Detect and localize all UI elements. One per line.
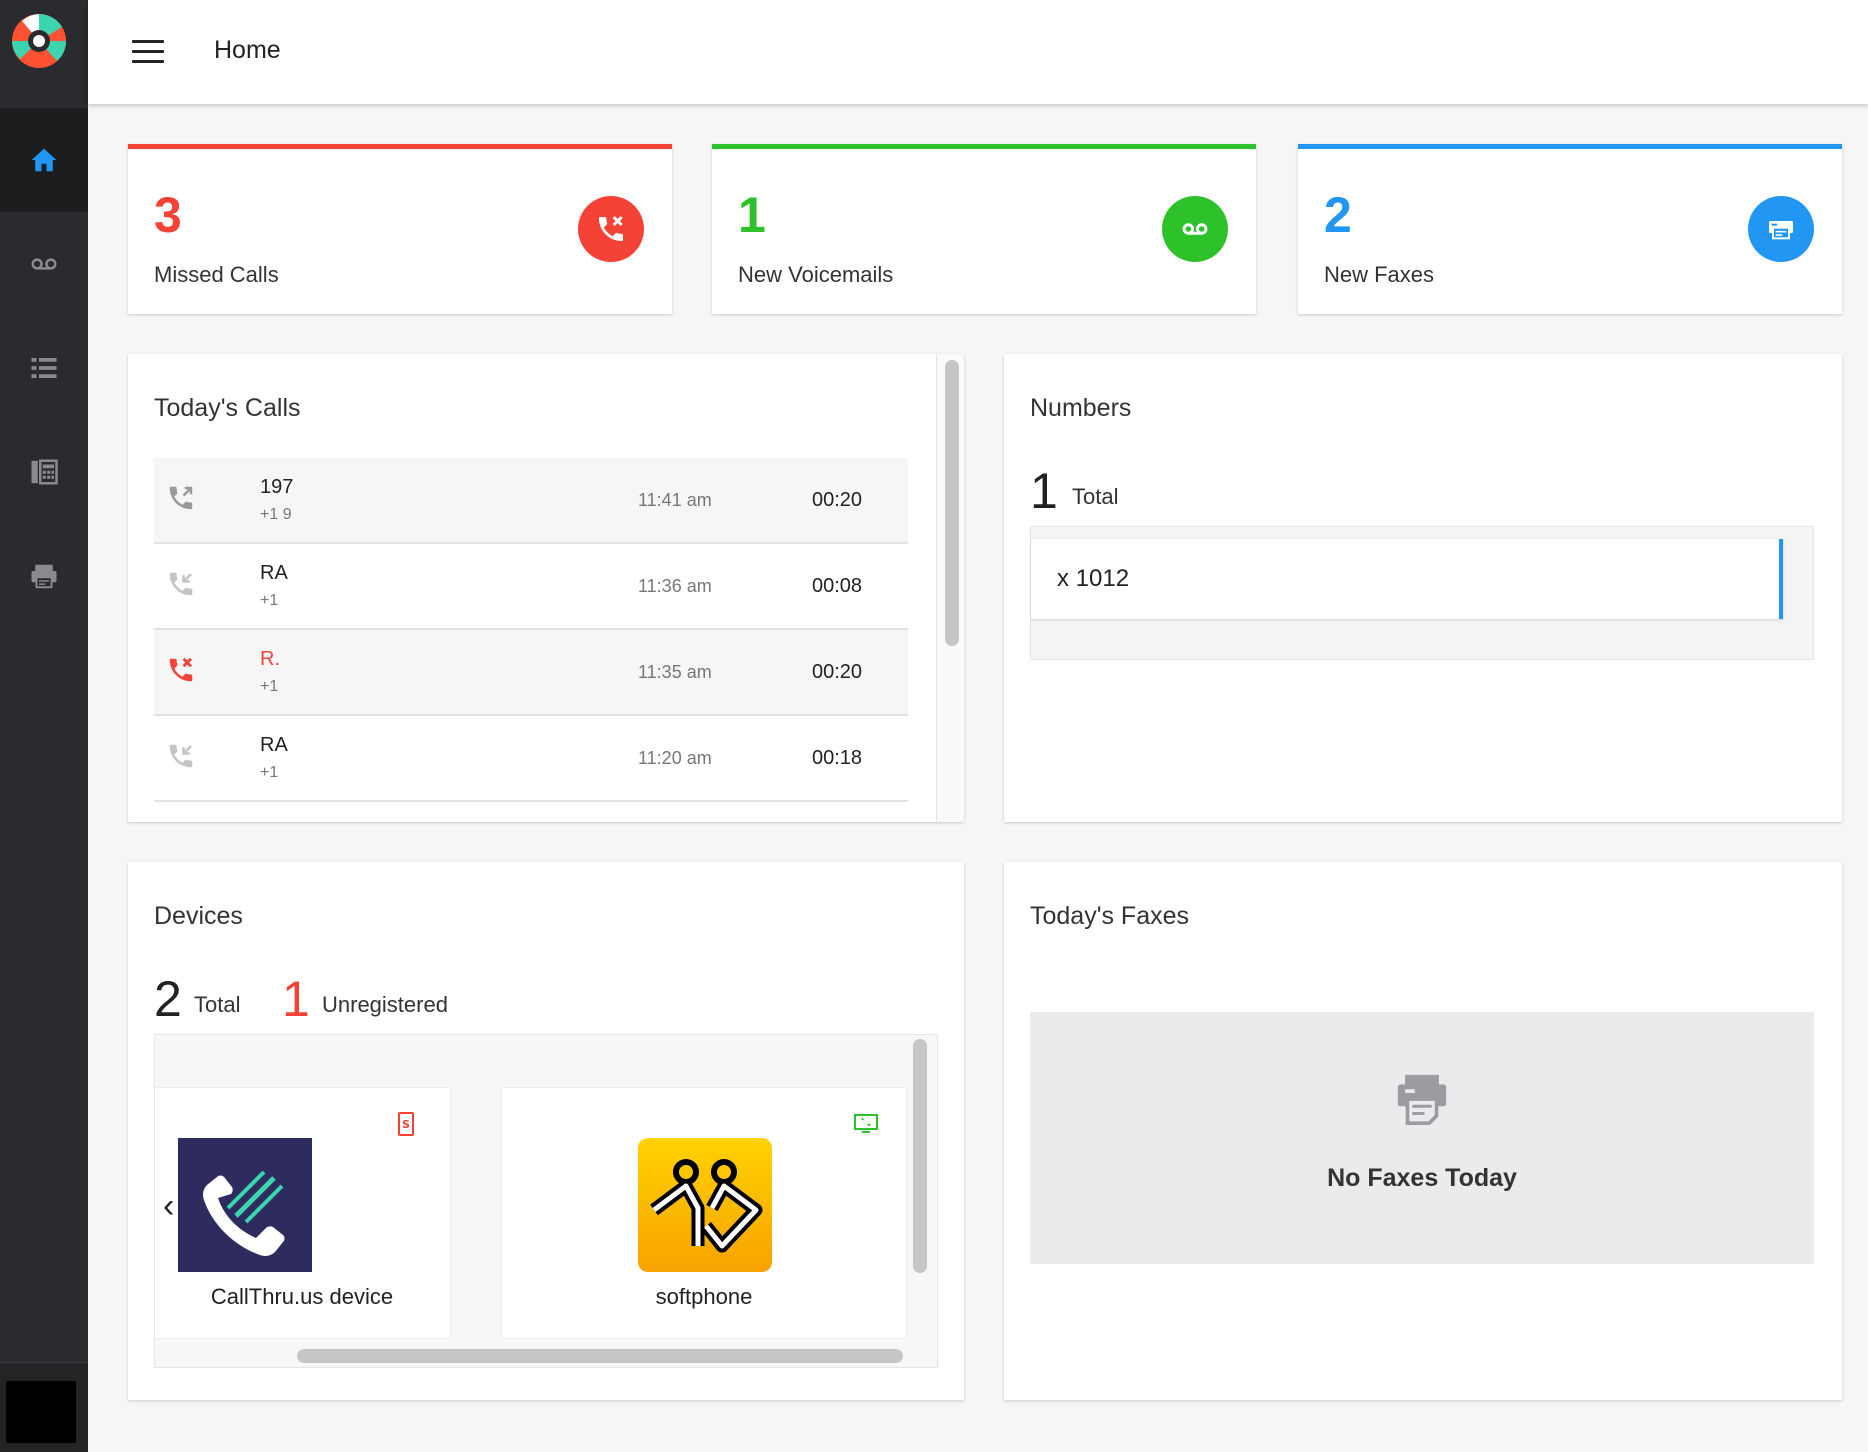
nav-voicemail[interactable] <box>0 212 88 316</box>
call-duration: 00:20 <box>812 661 863 683</box>
new-faxes-count: 2 <box>1324 187 1352 243</box>
call-time: 11:41 am <box>638 490 712 510</box>
calls-list: 197 +1 9 11:41 am 00:20 RA +1 11:36 am 0… <box>154 458 908 822</box>
caller-number: +1 9 <box>260 506 292 523</box>
todays-faxes-title: Today's Faxes <box>1030 902 1190 930</box>
call-time: 11:35 am <box>638 662 712 682</box>
devices-total-label: Total <box>194 992 241 1017</box>
fax-icon <box>1397 1074 1447 1125</box>
missed-call-icon <box>578 196 644 262</box>
missed-calls-label: Missed Calls <box>154 262 279 287</box>
numbers-title: Numbers <box>1030 394 1132 422</box>
missed-calls-count: 3 <box>154 187 182 243</box>
device-card-callthru[interactable]: S CallThru.us device <box>155 1087 451 1339</box>
softphone-logo-icon <box>638 1138 772 1272</box>
caller-name: RA <box>260 734 288 756</box>
voicemail-icon <box>1162 196 1228 262</box>
redaction-block <box>280 638 550 702</box>
new-voicemails-card[interactable]: 1 New Voicemails <box>712 144 1256 314</box>
list-item[interactable]: x 1012 <box>1031 539 1783 619</box>
carousel-prev-arrow[interactable]: ‹ <box>163 1187 174 1226</box>
todays-calls-title: Today's Calls <box>154 394 301 422</box>
card-accent-bar <box>712 144 1256 149</box>
nav-phone-system[interactable] <box>0 420 88 524</box>
numbers-panel: Numbers 1 Total x 1012 <box>1004 354 1842 822</box>
devices-vertical-scrollbar[interactable] <box>913 1039 927 1273</box>
caller-number: +1 <box>260 678 279 695</box>
caller-number: +1 <box>260 592 279 609</box>
todays-calls-panel: Today's Calls 197 +1 9 11:41 am 00:20 RA… <box>128 354 964 822</box>
caller-name: 197 <box>260 476 294 498</box>
app-logo-icon[interactable] <box>10 12 68 70</box>
fax-icon <box>31 564 57 589</box>
devices-total-count: 2 <box>154 971 182 1027</box>
incoming-call-icon <box>169 744 193 768</box>
no-faxes-message: No Faxes Today <box>1327 1164 1517 1192</box>
fax-icon <box>1748 196 1814 262</box>
call-time: 11:20 am <box>638 748 712 768</box>
devices-carousel: S CallThru.us device softphone ‹ › <box>154 1034 938 1368</box>
device-label: softphone <box>655 1284 753 1309</box>
mobile-device-icon: S <box>398 1112 414 1136</box>
numbers-list: x 1012 <box>1030 526 1814 660</box>
calls-scrollbar[interactable] <box>936 354 964 822</box>
sidebar <box>0 0 88 1452</box>
caller-name: RA <box>260 562 288 584</box>
callthru-logo-icon <box>178 1138 312 1272</box>
call-time: 11:36 am <box>638 576 712 596</box>
svg-text:S: S <box>402 1118 410 1131</box>
call-duration: 00:18 <box>812 747 863 769</box>
device-card-softphone[interactable]: softphone <box>501 1087 907 1339</box>
page-title: Home <box>214 36 281 64</box>
devices-title: Devices <box>154 902 243 930</box>
incoming-call-icon <box>169 572 193 596</box>
card-accent-bar <box>128 144 672 149</box>
outgoing-call-icon <box>169 486 193 510</box>
table-row[interactable]: R. +1 11:35 am 00:20 <box>154 630 908 716</box>
missed-call-icon <box>169 657 193 682</box>
todays-faxes-panel: Today's Faxes No Faxes Today <box>1004 862 1842 1400</box>
redaction-block <box>310 466 580 530</box>
calls-scrollbar-thumb[interactable] <box>945 360 959 646</box>
phone-keypad-icon <box>31 459 58 485</box>
desktop-softphone-icon <box>854 1114 878 1133</box>
new-faxes-card[interactable]: 2 New Faxes <box>1298 144 1842 314</box>
hamburger-menu-icon[interactable] <box>132 40 164 64</box>
numbers-total-count: 1 <box>1030 463 1058 519</box>
call-duration: 00:20 <box>812 489 863 511</box>
device-label: CallThru.us device <box>210 1284 394 1309</box>
devices-unregistered-label: Unregistered <box>322 992 448 1017</box>
call-duration: 00:08 <box>812 575 863 597</box>
voicemail-icon <box>31 258 57 270</box>
nav-call-history[interactable] <box>0 316 88 420</box>
table-row[interactable]: RA +1 11:20 am 00:18 <box>154 716 908 802</box>
avatar[interactable] <box>6 1381 76 1443</box>
numbers-total-label: Total <box>1072 484 1119 509</box>
caller-name: R. <box>260 648 280 670</box>
caller-number: +1 <box>260 764 279 781</box>
missed-calls-card[interactable]: 3 Missed Calls <box>128 144 672 314</box>
faxes-empty-state: No Faxes Today <box>1030 1012 1814 1264</box>
new-voicemails-count: 1 <box>738 187 766 243</box>
nav-fax[interactable] <box>0 524 88 628</box>
table-row[interactable]: RA +1 11:36 am 00:08 <box>154 544 908 630</box>
home-icon <box>31 148 57 172</box>
number-extension: x 1012 <box>1057 565 1130 592</box>
devices-panel: Devices 2 Total 1 Unregistered S CallThr… <box>128 862 964 1400</box>
nav-home[interactable] <box>0 108 88 212</box>
list-icon <box>31 358 57 378</box>
devices-unregistered-count: 1 <box>282 971 310 1027</box>
sidebar-footer <box>0 1362 88 1452</box>
new-faxes-label: New Faxes <box>1324 262 1435 287</box>
top-header: Home <box>88 0 1868 104</box>
devices-horizontal-scrollbar[interactable] <box>297 1349 903 1363</box>
card-accent-bar <box>1298 144 1842 149</box>
new-voicemails-label: New Voicemails <box>738 262 894 287</box>
table-row[interactable]: 197 +1 9 11:41 am 00:20 <box>154 458 908 544</box>
